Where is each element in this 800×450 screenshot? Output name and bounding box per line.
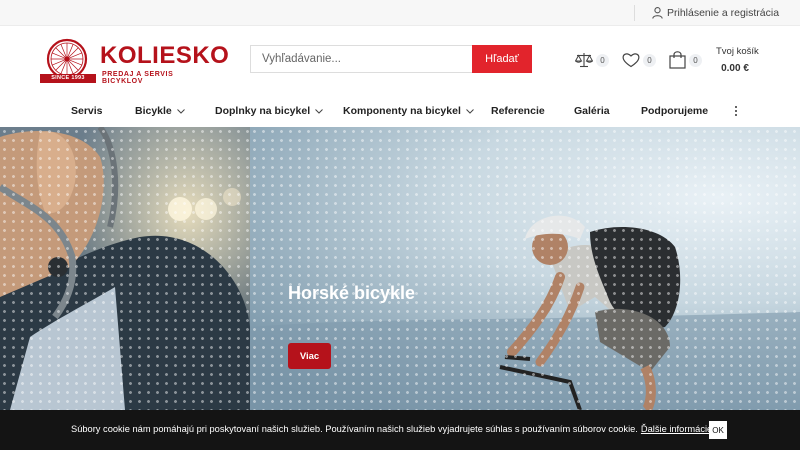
search-bar: Hľadať [250, 45, 532, 73]
logo-since-badge: SINCE 1993 [40, 74, 96, 83]
cart-total: 0.00 € [721, 62, 749, 74]
nav-item-label: Galéria [574, 105, 610, 117]
wishlist-count-badge: 0 [643, 53, 656, 67]
scale-icon [575, 53, 593, 68]
cookie-text: Súbory cookie nám pomáhajú pri poskytova… [71, 424, 638, 434]
cart-label: Tvoj košík [716, 46, 759, 57]
hero-more-button[interactable]: Viac [288, 343, 331, 369]
cookie-consent-bar: Súbory cookie nám pomáhajú pri poskytova… [0, 410, 800, 450]
nav-item-label: Podporujeme [641, 105, 709, 117]
search-button[interactable]: Hľadať [472, 45, 532, 73]
cart-link[interactable]: 0 [669, 50, 702, 70]
wishlist-link[interactable]: 0 [622, 50, 656, 70]
nav-item-komponenty[interactable]: Komponenty na bicykel [343, 104, 474, 118]
cookie-more-info-link[interactable]: Ďalšie informácie. [641, 424, 715, 434]
heart-icon [622, 53, 640, 68]
nav-item-label: Referencie [491, 105, 545, 117]
cookie-ok-button[interactable]: OK [709, 421, 727, 439]
login-register-label: Prihlásenie a registrácia [667, 7, 780, 19]
search-input[interactable] [250, 45, 472, 73]
hero-slider: Horské bicykle Viac [0, 127, 800, 410]
nav-item-label: Komponenty na bicykel [343, 105, 461, 117]
hero-right-image [250, 127, 800, 410]
shopping-bag-icon [669, 51, 686, 69]
cookie-message: Súbory cookie nám pomáhajú pri poskytova… [71, 424, 715, 435]
logo-tagline: PREDAJ A SERVIS BICYKLOV [102, 71, 174, 85]
chevron-down-icon [466, 108, 474, 114]
nav-item-servis[interactable]: Servis [71, 104, 103, 118]
site-logo[interactable]: SINCE 1993 KOLIESKO PREDAJ A SERVIS BICY… [38, 38, 229, 85]
main-navigation: Servis Bicykle Doplnky na bicykel Kompon… [0, 100, 800, 122]
hero-left-image [0, 127, 250, 410]
top-bar: Prihlásenie a registrácia [0, 0, 800, 26]
compare-link[interactable]: 0 [575, 50, 609, 70]
more-vertical-icon[interactable] [733, 104, 739, 118]
cyclist-helmet-photo [0, 127, 250, 410]
chevron-down-icon [315, 108, 323, 114]
nav-item-doplnky[interactable]: Doplnky na bicykel [215, 104, 323, 118]
nav-item-referencie[interactable]: Referencie [491, 104, 545, 118]
logo-brand-name: KOLIESKO [100, 42, 230, 69]
chevron-down-icon [176, 108, 185, 114]
hero-title: Horské bicykle [288, 283, 416, 303]
cart-summary[interactable]: Tvoj košík 0.00 € [716, 47, 776, 74]
login-register-link[interactable]: Prihlásenie a registrácia [652, 5, 779, 21]
compare-count-badge: 0 [596, 53, 609, 67]
user-icon [652, 7, 663, 19]
mountain-biker-photo [250, 215, 800, 410]
nav-item-bicykle[interactable]: Bicykle [135, 104, 185, 118]
top-bar-divider [634, 5, 635, 21]
cart-count-badge: 0 [689, 53, 702, 67]
nav-item-label: Doplnky na bicykel [215, 105, 311, 117]
nav-item-label: Bicykle [135, 105, 172, 117]
nav-item-galeria[interactable]: Galéria [574, 104, 610, 118]
nav-item-podporujeme[interactable]: Podporujeme [641, 104, 708, 118]
nav-item-label: Servis [71, 105, 103, 117]
